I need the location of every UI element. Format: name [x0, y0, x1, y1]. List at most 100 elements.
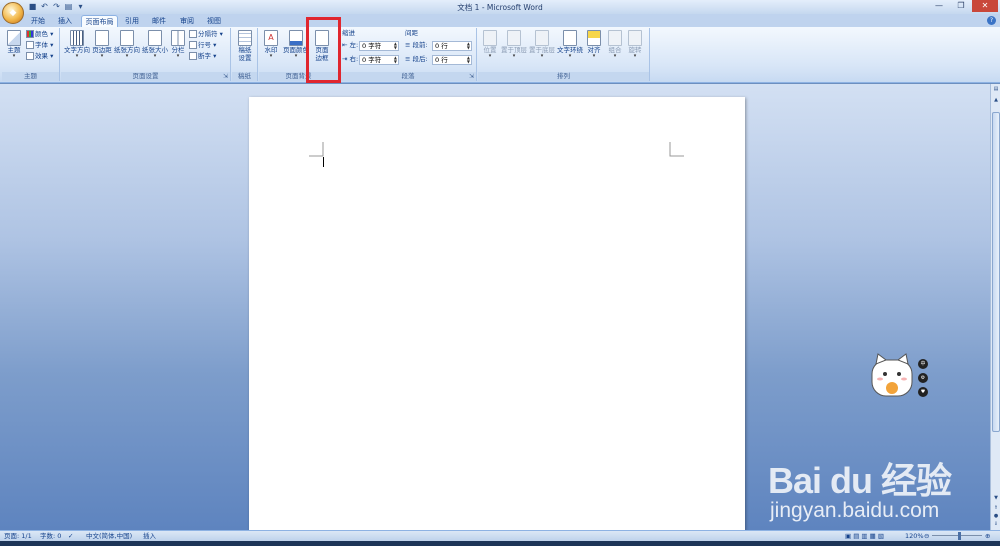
zoom-slider[interactable] [932, 535, 982, 536]
spacing-title: 间距 [405, 29, 418, 37]
theme-fonts-button[interactable]: 字体 ▾ [26, 41, 53, 50]
indent-right-input[interactable]: 0 字符 ▲ ▼ [359, 55, 399, 65]
manuscript-setup-button[interactable]: 稿纸 设置 [234, 30, 256, 62]
group-themes: 主题 ▾ 颜色 ▾ 字体 ▾ 效果 ▾ 主题 [2, 28, 60, 81]
indent-left-icon: ⇤ [342, 41, 348, 49]
close-icon[interactable]: ✕ [972, 0, 998, 12]
group-objects-button[interactable]: 组合 ▾ [606, 30, 624, 59]
tab-mailings[interactable]: 邮件 [148, 15, 170, 27]
page-size-button[interactable]: 纸张大小 ▾ [141, 30, 169, 59]
rotate-button[interactable]: 旋转 ▾ [626, 30, 644, 59]
proofing-icon[interactable]: ✓ [68, 531, 73, 541]
bring-to-front-button[interactable]: 置于顶层 ▾ [500, 30, 528, 59]
vertical-scrollbar[interactable]: ▤ ▲ ▼ ⇑ ● ⇓ [990, 84, 1000, 530]
text-direction-button[interactable]: 文字方向 ▾ [63, 30, 91, 59]
send-to-back-icon [535, 30, 549, 46]
status-word-count[interactable]: 字数: 0 [40, 531, 61, 541]
text-direction-icon [70, 30, 84, 46]
zoom-slider-thumb[interactable] [958, 532, 961, 540]
hyphenation-button[interactable]: 断字 ▾ [189, 52, 216, 61]
tab-review[interactable]: 审阅 [176, 15, 198, 27]
indent-left-input[interactable]: 0 字符 ▲ ▼ [359, 41, 399, 51]
effects-icon [26, 52, 34, 60]
document-page[interactable] [249, 97, 745, 531]
theme-effects-button[interactable]: 效果 ▾ [26, 52, 53, 61]
columns-button[interactable]: 分栏 ▾ [169, 30, 187, 59]
baidu-jingyan-url: jingyan.baidu.com [770, 499, 940, 522]
paragraph-launcher-icon[interactable]: ⇲ [468, 73, 475, 80]
spacing-after-label: ≡ 段后: [405, 55, 428, 63]
spinner-icon[interactable]: ▲ ▼ [394, 56, 397, 64]
zoom-out-icon[interactable]: ⊖ [924, 531, 929, 541]
text-wrap-icon [563, 30, 577, 46]
themes-button[interactable]: 主题 ▾ [4, 30, 24, 59]
status-language[interactable]: 中文(简体,中国) [86, 531, 132, 541]
ribbon: 主题 ▾ 颜色 ▾ 字体 ▾ 效果 ▾ 主题 文字方向 ▾ 页边距 ▾ 纸张方向… [0, 27, 1000, 83]
status-page-count[interactable]: 页面: 1/1 [4, 531, 32, 541]
align-button[interactable]: 对齐 ▾ [584, 30, 604, 59]
spinner-icon[interactable]: ▲ ▼ [467, 42, 470, 50]
zoom-in-icon[interactable]: ⊕ [985, 531, 990, 541]
breaks-button[interactable]: 分隔符 ▾ [189, 30, 223, 39]
text-cursor [323, 157, 324, 167]
bring-to-front-icon [507, 30, 521, 46]
tab-page-layout[interactable]: 页面布局 [81, 15, 118, 27]
orientation-icon [120, 30, 134, 46]
share-icon[interactable]: ♥ [918, 387, 928, 397]
baidu-jingyan-logo: Bai du 经验 [768, 460, 952, 501]
spacing-after-input[interactable]: 0 行 ▲ ▼ [432, 55, 472, 65]
group-label-page-setup: 页面设置 [61, 72, 230, 81]
orientation-button[interactable]: 纸张方向 ▾ [113, 30, 141, 59]
help-icon[interactable]: ? [987, 16, 996, 25]
cat-sticker-icon [871, 353, 913, 397]
indent-left-label: ⇤ 左: [342, 41, 359, 49]
settings-icon[interactable]: ⚙ [918, 373, 928, 383]
rotate-icon [628, 30, 642, 46]
align-icon [587, 30, 601, 46]
group-paragraph: 缩进 ⇤ 左: 0 字符 ▲ ▼ ⇥ 右: 0 字符 ▲ ▼ 间距 ≡ 段前: 0 行 ▲… [340, 28, 477, 81]
scroll-up-icon[interactable]: ▲ [992, 96, 1000, 104]
spinner-icon[interactable]: ▲ ▼ [394, 42, 397, 50]
columns-icon [171, 30, 185, 46]
spacing-before-input[interactable]: 0 行 ▲ ▼ [432, 41, 472, 51]
ribbon-tabs: 开始 插入 页面布局 引用 邮件 审阅 视图 ? [0, 14, 1000, 27]
office-button[interactable]: ◆ [2, 2, 24, 24]
previous-page-icon[interactable]: ⇑ [992, 504, 1000, 512]
translate-icon[interactable]: 中 [918, 359, 928, 369]
margins-button[interactable]: 页边距 ▾ [91, 30, 113, 59]
group-label-themes: 主题 [2, 72, 59, 81]
colors-icon [26, 30, 34, 38]
theme-colors-button[interactable]: 颜色 ▾ [26, 30, 53, 39]
position-button[interactable]: 位置 ▾ [480, 30, 500, 59]
scroll-thumb[interactable] [992, 112, 1000, 432]
view-buttons[interactable]: ▣ ▤ ▥ ▦ ▧ [845, 531, 884, 541]
tab-references[interactable]: 引用 [121, 15, 143, 27]
os-taskbar [0, 541, 1000, 546]
window-controls: — ❐ ✕ [928, 0, 998, 12]
spinner-icon[interactable]: ▲ ▼ [467, 56, 470, 64]
text-wrap-button[interactable]: 文字环绕 ▾ [556, 30, 584, 59]
tab-view[interactable]: 视图 [203, 15, 225, 27]
status-bar: 页面: 1/1 字数: 0 ✓ 中文(简体,中国) 插入 ▣ ▤ ▥ ▦ ▧ 1… [0, 530, 1000, 541]
chevron-down-icon: ▾ [12, 53, 16, 59]
scroll-down-icon[interactable]: ▼ [992, 494, 1000, 502]
page-size-icon [148, 30, 162, 46]
send-to-back-button[interactable]: 置于底层 ▾ [528, 30, 556, 59]
zoom-level[interactable]: 120% [905, 531, 924, 541]
indent-title: 缩进 [342, 29, 355, 37]
watermark-button[interactable]: A 水印 ▾ [261, 30, 281, 59]
page-setup-launcher-icon[interactable]: ⇲ [222, 73, 229, 80]
tab-insert[interactable]: 插入 [54, 15, 76, 27]
title-bar: ◆ ■ ↶ ↷ ▤ ▾ 文档 1 - Microsoft Word — ❐ ✕ [0, 0, 1000, 24]
restore-icon[interactable]: ❐ [950, 0, 972, 12]
select-browse-object-icon[interactable]: ● [992, 512, 1000, 520]
minimize-icon[interactable]: — [928, 0, 950, 12]
tab-home[interactable]: 开始 [27, 15, 49, 27]
line-numbers-button[interactable]: 行号 ▾ [189, 41, 216, 50]
next-page-icon[interactable]: ⇓ [992, 520, 1000, 528]
ruler-toggle-icon[interactable]: ▤ [992, 85, 1000, 93]
spacing-before-label: ≡ 段前: [405, 41, 428, 49]
group-label-paragraph: 段落 [340, 72, 476, 81]
status-insert-mode[interactable]: 插入 [143, 531, 156, 541]
group-label-manuscript: 稿纸 [232, 72, 257, 81]
